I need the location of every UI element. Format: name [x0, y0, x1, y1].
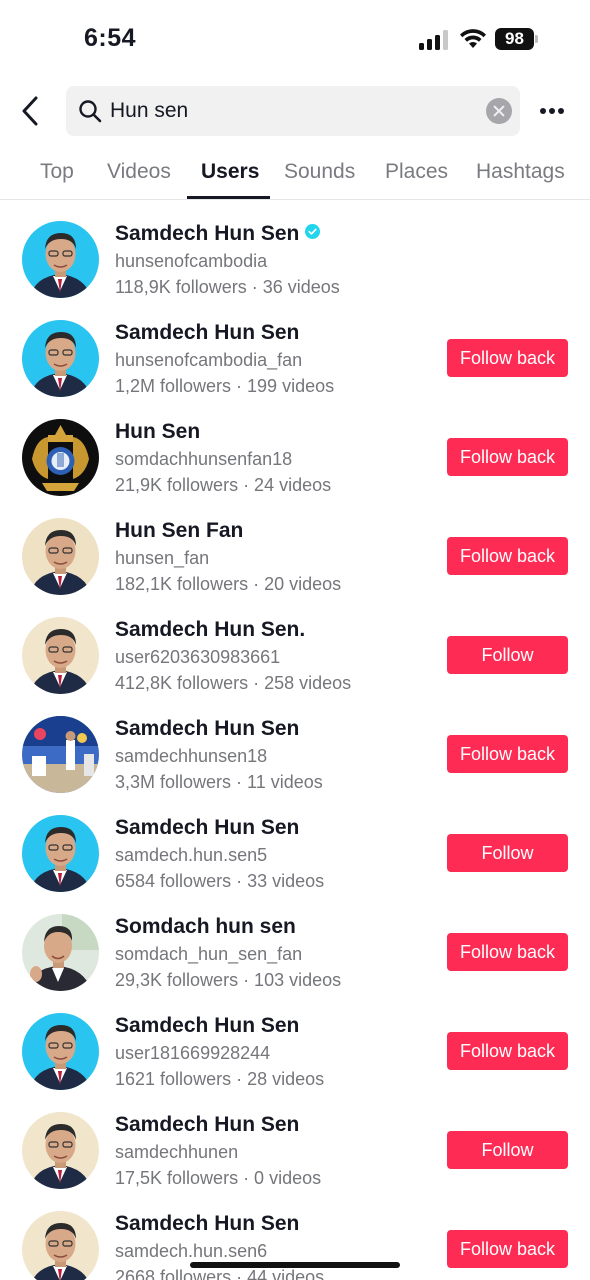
- avatar[interactable]: [22, 1211, 99, 1280]
- battery-level: 98: [495, 28, 534, 50]
- tab-videos[interactable]: Videos: [107, 160, 171, 184]
- user-stats: 17,5K followers · 0 videos: [115, 1168, 322, 1188]
- user-stats: 2668 followers · 44 videos: [115, 1267, 325, 1280]
- user-name: Samdech Hun Sen.: [115, 618, 306, 641]
- user-name: Samdech Hun Sen: [115, 1113, 300, 1136]
- user-row[interactable]: Samdech Hun Sen. user6203630983661 412,8…: [0, 596, 590, 695]
- user-name: Samdech Hun Sen: [115, 321, 300, 344]
- user-row[interactable]: Samdech Hun Sen user181669928244 1621 fo…: [0, 992, 590, 1091]
- cellular-signal-icon: [419, 30, 448, 50]
- back-arrow-icon[interactable]: [16, 94, 46, 128]
- user-name: Samdech Hun Sen: [115, 816, 300, 839]
- battery-icon: 98: [495, 28, 539, 50]
- avatar[interactable]: [22, 221, 99, 298]
- user-row[interactable]: Samdech Hun Sen hunsenofcambodia 118,9K …: [0, 200, 590, 299]
- user-handle: samdechhunen: [115, 1142, 239, 1162]
- user-row[interactable]: Samdech Hun Sen samdechhunsen18 3,3M fol…: [0, 695, 590, 794]
- user-stats: 21,9K followers · 24 videos: [115, 475, 332, 495]
- user-stats: 1621 followers · 28 videos: [115, 1069, 325, 1089]
- user-row[interactable]: Samdech Hun Sen samdech.hun.sen5 6584 fo…: [0, 794, 590, 893]
- follow-button[interactable]: Follow: [447, 636, 568, 674]
- user-handle: hunsenofcambodia_fan: [115, 350, 303, 370]
- status-time: 6:54: [84, 24, 137, 52]
- user-handle: hunsenofcambodia: [115, 251, 268, 271]
- user-stats: 29,3K followers · 103 videos: [115, 970, 342, 990]
- follow-back-button[interactable]: Follow back: [447, 1230, 568, 1268]
- more-options-icon[interactable]: [538, 106, 566, 116]
- avatar[interactable]: [22, 617, 99, 694]
- status-bar: 6:54 98: [0, 0, 590, 80]
- avatar[interactable]: [22, 815, 99, 892]
- user-row[interactable]: Hun Sen somdachhunsenfan18 21,9K followe…: [0, 398, 590, 497]
- avatar[interactable]: [22, 1112, 99, 1189]
- user-handle: somdach_hun_sen_fan: [115, 944, 303, 964]
- user-stats: 3,3M followers · 11 videos: [115, 772, 323, 792]
- follow-back-button[interactable]: Follow back: [447, 537, 568, 575]
- user-stats: 182,1K followers · 20 videos: [115, 574, 342, 594]
- user-stats: 6584 followers · 33 videos: [115, 871, 325, 891]
- avatar[interactable]: [22, 1013, 99, 1090]
- tab-top[interactable]: Top: [40, 160, 74, 184]
- wifi-icon: [460, 29, 486, 48]
- user-name: Samdech Hun Sen: [115, 1014, 300, 1037]
- user-row[interactable]: Samdech Hun Sen hunsenofcambodia_fan 1,2…: [0, 299, 590, 398]
- follow-back-button[interactable]: Follow back: [447, 339, 568, 377]
- follow-back-button[interactable]: Follow back: [447, 933, 568, 971]
- user-handle: user181669928244: [115, 1043, 271, 1063]
- avatar[interactable]: [22, 320, 99, 397]
- avatar[interactable]: [22, 914, 99, 991]
- follow-button[interactable]: Follow: [447, 834, 568, 872]
- avatar[interactable]: [22, 518, 99, 595]
- user-name: Hun Sen: [115, 420, 201, 443]
- tab-places[interactable]: Places: [385, 160, 448, 184]
- follow-back-button[interactable]: Follow back: [447, 735, 568, 773]
- user-handle: samdech.hun.sen5: [115, 845, 268, 865]
- search-tabs: Top Videos Users Sounds Places Hashtags: [0, 148, 590, 200]
- user-handle: samdechhunsen18: [115, 746, 268, 766]
- verified-badge-icon: [305, 224, 321, 239]
- clear-search-icon[interactable]: [486, 98, 512, 124]
- user-name: Samdech Hun Sen: [115, 1212, 300, 1235]
- user-row[interactable]: Somdach hun sen somdach_hun_sen_fan 29,3…: [0, 893, 590, 992]
- tab-users[interactable]: Users: [201, 160, 259, 184]
- user-name: Samdech Hun Sen: [115, 717, 300, 740]
- user-handle: user6203630983661: [115, 647, 281, 667]
- user-row[interactable]: Samdech Hun Sen samdechhunen 17,5K follo…: [0, 1091, 590, 1190]
- user-stats: 118,9K followers · 36 videos: [115, 277, 340, 297]
- follow-back-button[interactable]: Follow back: [447, 1032, 568, 1070]
- user-handle: somdachhunsenfan18: [115, 449, 293, 469]
- user-row[interactable]: Hun Sen Fan hunsen_fan 182,1K followers …: [0, 497, 590, 596]
- user-stats: 412,8K followers · 258 videos: [115, 673, 352, 693]
- home-indicator[interactable]: [190, 1262, 400, 1268]
- search-query: Hun sen: [110, 99, 189, 122]
- user-name: Hun Sen Fan: [115, 519, 244, 542]
- search-icon: [79, 100, 102, 123]
- tab-hashtags[interactable]: Hashtags: [476, 160, 565, 184]
- follow-button[interactable]: Follow: [447, 1131, 568, 1169]
- user-name: Somdach hun sen: [115, 915, 296, 938]
- avatar[interactable]: [22, 419, 99, 496]
- user-stats: 1,2M followers · 199 videos: [115, 376, 335, 396]
- user-handle: samdech.hun.sen6: [115, 1241, 268, 1261]
- active-tab-indicator: [187, 196, 270, 199]
- search-header: Hun sen: [0, 86, 590, 136]
- avatar[interactable]: [22, 716, 99, 793]
- user-results-list: Samdech Hun Sen hunsenofcambodia 118,9K …: [0, 200, 590, 1280]
- user-handle: hunsen_fan: [115, 548, 210, 568]
- search-input[interactable]: Hun sen: [66, 86, 520, 136]
- user-name: Samdech Hun Sen: [115, 222, 321, 246]
- follow-back-button[interactable]: Follow back: [447, 438, 568, 476]
- tab-sounds[interactable]: Sounds: [284, 160, 355, 184]
